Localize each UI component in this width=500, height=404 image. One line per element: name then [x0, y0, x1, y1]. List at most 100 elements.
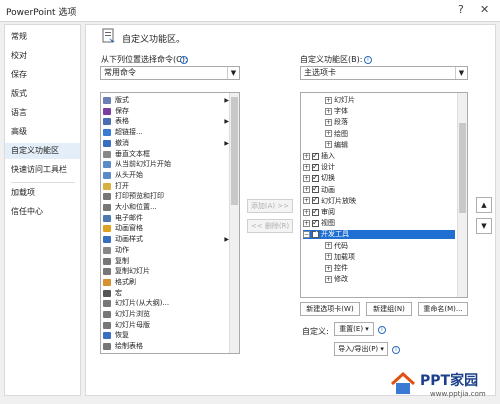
ribbon-tree-node[interactable]: + 控件 [325, 264, 455, 273]
import-export-button[interactable]: 导入/导出(P) ▾ [334, 342, 388, 356]
scroll-thumb[interactable] [459, 123, 466, 213]
command-item[interactable]: 幻灯片母版 [103, 321, 231, 330]
command-item[interactable]: 从头开始 [103, 171, 231, 180]
ribbon-node-label: 编辑 [334, 140, 348, 149]
expand-icon[interactable]: + [325, 253, 332, 261]
nav-item[interactable]: 快速访问工具栏 [5, 162, 80, 178]
tab-checkbox[interactable] [312, 184, 319, 194]
expand-icon[interactable]: + [303, 152, 310, 160]
command-item[interactable]: 复制 [103, 257, 231, 266]
ribbon-tree-node[interactable]: + 字体 [325, 107, 455, 116]
nav-item[interactable]: 常规 [5, 29, 80, 45]
tab-checkbox[interactable] [312, 229, 319, 238]
command-item[interactable]: 打印预览和打印 [103, 192, 231, 201]
expand-icon[interactable]: + [325, 130, 332, 138]
nav-item[interactable]: 语言 [5, 105, 80, 121]
remove-button[interactable]: << 删除(R) [247, 219, 293, 233]
ribbon-tree-node[interactable]: + 段落 [325, 118, 455, 127]
ribbon-tree-node[interactable]: − 开发工具 [303, 229, 455, 240]
ribbon-tree-node[interactable]: + 插入 [303, 151, 455, 161]
ribbon-tree-node[interactable]: + 切换 [303, 173, 455, 183]
command-item[interactable]: 动作 [103, 246, 231, 255]
customize-ribbon-select[interactable]: 主选项卡 ▼ [300, 66, 468, 80]
command-item[interactable]: 撤消 ▶ [103, 139, 231, 148]
command-label: 复制 [115, 256, 129, 265]
help-button[interactable]: ? [458, 3, 464, 16]
ribbon-tree[interactable]: +幻灯片+字体+段落+绘图+编辑+插入+设计+切换+动画+幻灯片放映+审阅+视图… [300, 92, 468, 298]
slide-sorter-icon [103, 311, 111, 318]
move-up-button[interactable]: ▲ [476, 197, 492, 213]
new-group-button[interactable]: 新建组(N) [366, 302, 412, 316]
command-item[interactable]: 幻灯片浏览 [103, 310, 231, 319]
expand-icon[interactable]: + [325, 264, 332, 272]
command-item[interactable]: 复制幻灯片 [103, 267, 231, 276]
ribbon-tree-node[interactable]: + 审阅 [303, 207, 455, 217]
expand-icon[interactable]: + [325, 275, 332, 283]
command-item[interactable]: 保存 [103, 107, 231, 116]
command-item[interactable]: 垂直文本框 [103, 150, 231, 159]
tab-checkbox[interactable] [312, 207, 319, 216]
nav-item[interactable]: 保存 [5, 67, 80, 83]
command-item[interactable]: 大小和位置... [103, 203, 231, 212]
rename-button[interactable]: 重命名(M)... [418, 302, 468, 316]
ribbon-tree-node[interactable]: + 绘图 [325, 130, 455, 139]
command-item[interactable]: 动画样式 ▶ [103, 235, 231, 244]
slides-from-outline-icon [103, 300, 111, 308]
expand-icon[interactable]: + [325, 141, 332, 149]
expand-icon[interactable]: + [303, 174, 310, 182]
ribbon-tree-node[interactable]: + 代码 [325, 242, 455, 251]
ribbon-tree-node[interactable]: + 加载项 [325, 253, 455, 262]
tab-checkbox[interactable] [312, 218, 319, 227]
expand-icon[interactable]: + [303, 208, 310, 216]
expand-icon[interactable]: + [325, 107, 332, 115]
tab-checkbox[interactable] [312, 151, 319, 160]
command-item[interactable]: 版式 ▶ [103, 96, 231, 105]
ribbon-tree-node[interactable]: + 编辑 [325, 141, 455, 150]
nav-item[interactable]: 自定义功能区 [5, 143, 80, 159]
reset-button[interactable]: 重置(E) ▾ [334, 322, 374, 336]
command-item[interactable]: 宏 [103, 289, 231, 298]
nav-item[interactable]: 信任中心 [5, 204, 80, 220]
new-tab-button[interactable]: 新建选项卡(W) [300, 302, 360, 316]
expand-icon[interactable]: + [303, 197, 310, 205]
ribbon-tree-node[interactable]: + 动画 [303, 184, 455, 195]
ribbon-tree-scrollbar[interactable] [457, 93, 467, 297]
expand-icon[interactable]: + [325, 96, 332, 104]
command-item[interactable]: 从当前幻灯片开始 [103, 160, 231, 169]
command-item[interactable]: 动画窗格 [103, 224, 231, 233]
ribbon-tree-node[interactable]: + 修改 [325, 275, 455, 284]
tab-checkbox[interactable] [312, 195, 319, 205]
command-item[interactable]: 格式刷 [103, 278, 231, 287]
draw-table-icon [103, 343, 111, 351]
tab-checkbox[interactable] [312, 162, 319, 171]
collapse-icon[interactable]: − [303, 230, 310, 238]
command-item[interactable]: 电子邮件 [103, 214, 231, 223]
expand-icon[interactable]: + [303, 219, 310, 227]
nav-item[interactable]: 加载项 [5, 185, 80, 201]
command-item[interactable]: 恢复 [103, 331, 231, 340]
choose-commands-select[interactable]: 常用命令 ▼ [100, 66, 240, 80]
command-item[interactable]: 超链接... [103, 128, 231, 137]
ribbon-tree-node[interactable]: + 幻灯片放映 [303, 195, 455, 206]
ribbon-node-label: 段落 [334, 118, 348, 127]
nav-item[interactable]: 高级 [5, 124, 80, 140]
ribbon-tree-node[interactable]: + 幻灯片 [325, 96, 455, 105]
move-down-button[interactable]: ▼ [476, 218, 492, 234]
command-item[interactable]: 绘制表格 [103, 342, 231, 351]
command-item[interactable]: 表格 ▶ [103, 117, 231, 126]
add-button[interactable]: 添加(A) >> [247, 199, 293, 213]
close-button[interactable]: ✕ [480, 3, 489, 16]
expand-icon[interactable]: + [303, 186, 310, 194]
expand-icon[interactable]: + [325, 118, 332, 126]
expand-icon[interactable]: + [325, 242, 332, 250]
expand-icon[interactable]: + [303, 163, 310, 171]
commands-list[interactable]: 版式 ▶ 保存 表格 ▶ 超链接... 撤消 ▶ 垂直文本框 从当前幻灯片开始 从头开始打开 打印预览… [100, 92, 240, 354]
nav-item[interactable]: 校对 [5, 48, 80, 64]
ribbon-tree-node[interactable]: + 设计 [303, 162, 455, 172]
command-item[interactable]: 打开 [103, 182, 231, 191]
nav-item[interactable]: 版式 [5, 86, 80, 102]
tab-checkbox[interactable] [312, 173, 319, 182]
command-item[interactable]: 幻灯片(从大纲)... [103, 299, 231, 308]
ribbon-tree-node[interactable]: + 视图 [303, 218, 455, 228]
scroll-thumb[interactable] [231, 97, 238, 205]
